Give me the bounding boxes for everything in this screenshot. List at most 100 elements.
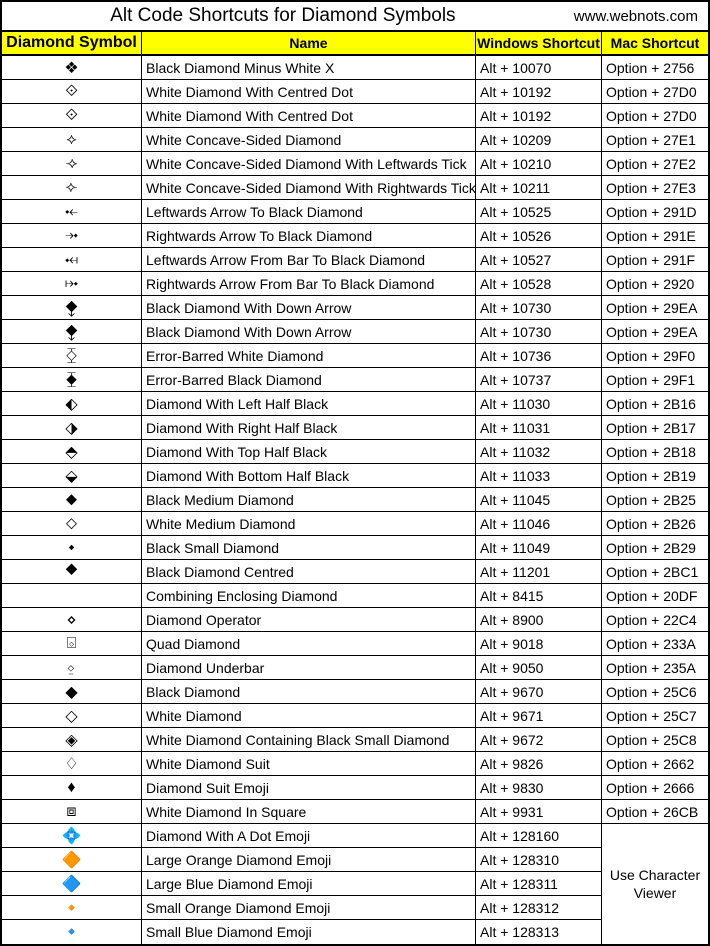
symbol-cell: ⧈ <box>2 800 142 823</box>
windows-cell: Alt + 9670 <box>476 680 602 703</box>
table-row: ◇White DiamondAlt + 9671Option + 25C7 <box>2 704 708 728</box>
table-row: Combining Enclosing DiamondAlt + 8415Opt… <box>2 584 708 608</box>
table-row: ❖Black Diamond Minus White XAlt + 10070O… <box>2 56 708 80</box>
mac-cell: Option + 2B17 <box>602 416 708 439</box>
symbol-cell: ⤝ <box>2 200 142 223</box>
table-row: ◈White Diamond Containing Black Small Di… <box>2 728 708 752</box>
table-row: ⌺Quad DiamondAlt + 9018Option + 233A <box>2 632 708 656</box>
table-row: ⬘Diamond With Top Half BlackAlt + 11032O… <box>2 440 708 464</box>
name-cell: Leftwards Arrow To Black Diamond <box>142 200 476 223</box>
windows-cell: Alt + 128160 <box>476 824 602 847</box>
table-row: ⟐White Diamond With Centred DotAlt + 101… <box>2 104 708 128</box>
mac-cell: Option + 291E <box>602 224 708 247</box>
table-row: ⤝Leftwards Arrow To Black DiamondAlt + 1… <box>2 200 708 224</box>
symbol-cell: ⟐ <box>2 104 142 127</box>
windows-cell: Alt + 11031 <box>476 416 602 439</box>
windows-cell: Alt + 9050 <box>476 656 602 679</box>
windows-cell: Alt + 10527 <box>476 248 602 271</box>
mac-cell: Option + 2B26 <box>602 512 708 535</box>
table-row: ⬩Black Small DiamondAlt + 11049Option + … <box>2 536 708 560</box>
merged-mac-note: Use Character Viewer <box>602 824 708 944</box>
table-row: 🔹Small Blue Diamond EmojiAlt + 128313 <box>2 920 602 944</box>
mac-cell: Option + 22C4 <box>602 608 708 631</box>
table-row: ⬥Black Medium DiamondAlt + 11045Option +… <box>2 488 708 512</box>
table-row: ⟡White Concave-Sided DiamondAlt + 10209O… <box>2 128 708 152</box>
name-cell: Black Diamond Minus White X <box>142 56 476 79</box>
windows-cell: Alt + 10736 <box>476 344 602 367</box>
symbol-cell: 🔶 <box>2 848 142 871</box>
mac-cell: Option + 20DF <box>602 584 708 607</box>
mac-cell: Option + 27E1 <box>602 128 708 151</box>
mac-cell: Option + 25C8 <box>602 728 708 751</box>
name-cell: Black Diamond <box>142 680 476 703</box>
table-row: ⬙Diamond With Bottom Half BlackAlt + 110… <box>2 464 708 488</box>
windows-cell: Alt + 10737 <box>476 368 602 391</box>
table-row: 🔸Small Orange Diamond EmojiAlt + 128312 <box>2 896 602 920</box>
table-row: ⟐White Diamond With Centred DotAlt + 101… <box>2 80 708 104</box>
name-cell: White Diamond With Centred Dot <box>142 104 476 127</box>
mac-cell: Option + 2920 <box>602 272 708 295</box>
name-cell: Rightwards Arrow To Black Diamond <box>142 224 476 247</box>
windows-cell: Alt + 128312 <box>476 896 602 919</box>
header-mac: Mac Shortcut <box>602 32 708 54</box>
name-cell: Black Diamond With Down Arrow <box>142 320 476 343</box>
symbol-cell: ⬘ <box>2 440 142 463</box>
mac-cell: Option + 291F <box>602 248 708 271</box>
name-cell: Black Diamond Centred <box>142 560 476 583</box>
mac-cell: Option + 26CB <box>602 800 708 823</box>
mac-cell: Option + 2B18 <box>602 440 708 463</box>
table-row: ⤠Rightwards Arrow From Bar To Black Diam… <box>2 272 708 296</box>
windows-cell: Alt + 8900 <box>476 608 602 631</box>
name-cell: Rightwards Arrow From Bar To Black Diamo… <box>142 272 476 295</box>
windows-cell: Alt + 10525 <box>476 200 602 223</box>
name-cell: Leftwards Arrow From Bar To Black Diamon… <box>142 248 476 271</box>
windows-cell: Alt + 128310 <box>476 848 602 871</box>
mac-cell: Option + 2B29 <box>602 536 708 559</box>
name-cell: Combining Enclosing Diamond <box>142 584 476 607</box>
name-cell: White Concave-Sided Diamond With Leftwar… <box>142 152 476 175</box>
mac-cell: Option + 291D <box>602 200 708 223</box>
symbol-cell: 💠 <box>2 824 142 847</box>
windows-cell: Alt + 11046 <box>476 512 602 535</box>
symbol-cell: ⧱ <box>2 368 142 391</box>
symbol-cell: ⬗ <box>2 416 142 439</box>
windows-cell: Alt + 11030 <box>476 392 602 415</box>
name-cell: Black Diamond With Down Arrow <box>142 296 476 319</box>
table-row: ⋄Diamond OperatorAlt + 8900Option + 22C4 <box>2 608 708 632</box>
windows-cell: Alt + 11049 <box>476 536 602 559</box>
symbol-cell: ⬥ <box>2 488 142 511</box>
name-cell: Large Orange Diamond Emoji <box>142 848 476 871</box>
windows-cell: Alt + 11032 <box>476 440 602 463</box>
windows-cell: Alt + 11033 <box>476 464 602 487</box>
mac-cell: Option + 29EA <box>602 320 708 343</box>
mac-cell: Option + 27D0 <box>602 80 708 103</box>
name-cell: White Diamond With Centred Dot <box>142 80 476 103</box>
name-cell: White Diamond Suit <box>142 752 476 775</box>
site-url[interactable]: www.webnots.com <box>564 8 708 25</box>
windows-cell: Alt + 11045 <box>476 488 602 511</box>
windows-cell: Alt + 10730 <box>476 296 602 319</box>
symbol-cell: ⟡ <box>2 128 142 151</box>
windows-cell: Alt + 11201 <box>476 560 602 583</box>
name-cell: Diamond With Left Half Black <box>142 392 476 415</box>
windows-cell: Alt + 9830 <box>476 776 602 799</box>
table-row: ⍚Diamond UnderbarAlt + 9050Option + 235A <box>2 656 708 680</box>
table-header: Diamond Symbol Name Windows Shortcut Mac… <box>2 32 708 56</box>
windows-cell: Alt + 10209 <box>476 128 602 151</box>
symbol-cell: ⯁ <box>2 560 142 583</box>
mac-cell: Option + 27E3 <box>602 176 708 199</box>
name-cell: Quad Diamond <box>142 632 476 655</box>
header-windows: Windows Shortcut <box>476 32 602 54</box>
symbol-cell: ⤟ <box>2 248 142 271</box>
mac-cell: Option + 235A <box>602 656 708 679</box>
table-container: Alt Code Shortcuts for Diamond Symbols w… <box>0 0 710 946</box>
name-cell: Diamond With A Dot Emoji <box>142 824 476 847</box>
symbol-cell: ⤞ <box>2 224 142 247</box>
name-cell: Diamond With Bottom Half Black <box>142 464 476 487</box>
table-row: ◆Black DiamondAlt + 9670Option + 25C6 <box>2 680 708 704</box>
mac-cell: Option + 2B16 <box>602 392 708 415</box>
name-cell: Diamond Suit Emoji <box>142 776 476 799</box>
header-name: Name <box>142 32 476 54</box>
name-cell: Diamond With Right Half Black <box>142 416 476 439</box>
symbol-cell: ◆ <box>2 680 142 703</box>
